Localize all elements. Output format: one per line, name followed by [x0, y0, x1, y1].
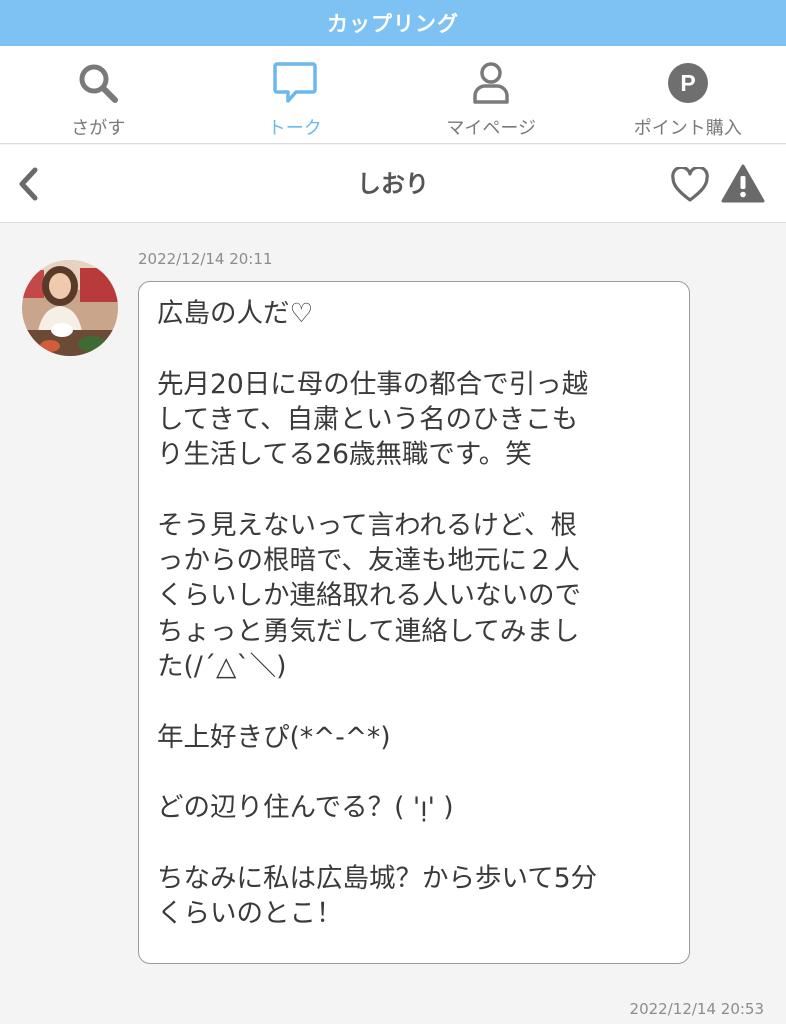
tab-mypage[interactable]: マイページ — [393, 46, 590, 143]
app-header: カップリング — [0, 0, 786, 46]
tab-talk-label: トーク — [267, 118, 322, 139]
read-timestamp: 2022/12/14 20:53 — [629, 1000, 764, 1018]
profile-photo — [22, 260, 118, 356]
message-timestamp: 2022/12/14 20:11 — [138, 250, 273, 268]
tab-talk[interactable]: トーク — [197, 46, 394, 143]
tab-points-label: ポイント購入 — [633, 118, 742, 139]
like-button[interactable] — [668, 163, 712, 207]
chevron-left-icon — [19, 167, 38, 201]
tab-mypage-label: マイページ — [446, 118, 537, 139]
tab-search-label: さがす — [71, 118, 126, 139]
heart-outline-icon — [671, 167, 709, 202]
message-bubble: 広島の人だ♡ 先月20日に母の仕事の都合で引っ越 してきて、自粛という名のひきこ… — [138, 281, 690, 964]
tab-points[interactable]: P ポイント購入 — [590, 46, 786, 143]
person-icon — [473, 62, 509, 104]
points-icon: P — [667, 63, 708, 103]
avatar[interactable] — [22, 260, 118, 356]
message-list[interactable]: 2022/12/14 20:11 広島の人だ♡ 先月20日に母の仕事の都合で引っ… — [0, 224, 786, 1024]
back-button[interactable] — [8, 161, 48, 207]
report-button[interactable] — [720, 161, 766, 207]
points-icon-letter: P — [680, 70, 695, 96]
chat-header: しおり — [0, 145, 786, 223]
message-text: 広島の人だ♡ 先月20日に母の仕事の都合で引っ越 してきて、自粛という名のひきこ… — [157, 298, 598, 930]
tab-bar: さがす トーク マイページ P ポイント購入 — [0, 46, 786, 144]
tab-search[interactable]: さがす — [0, 46, 197, 143]
search-icon — [79, 64, 119, 103]
app-title: カップリング — [327, 12, 459, 36]
warning-icon — [721, 164, 765, 203]
chat-bubble-icon — [273, 62, 317, 103]
